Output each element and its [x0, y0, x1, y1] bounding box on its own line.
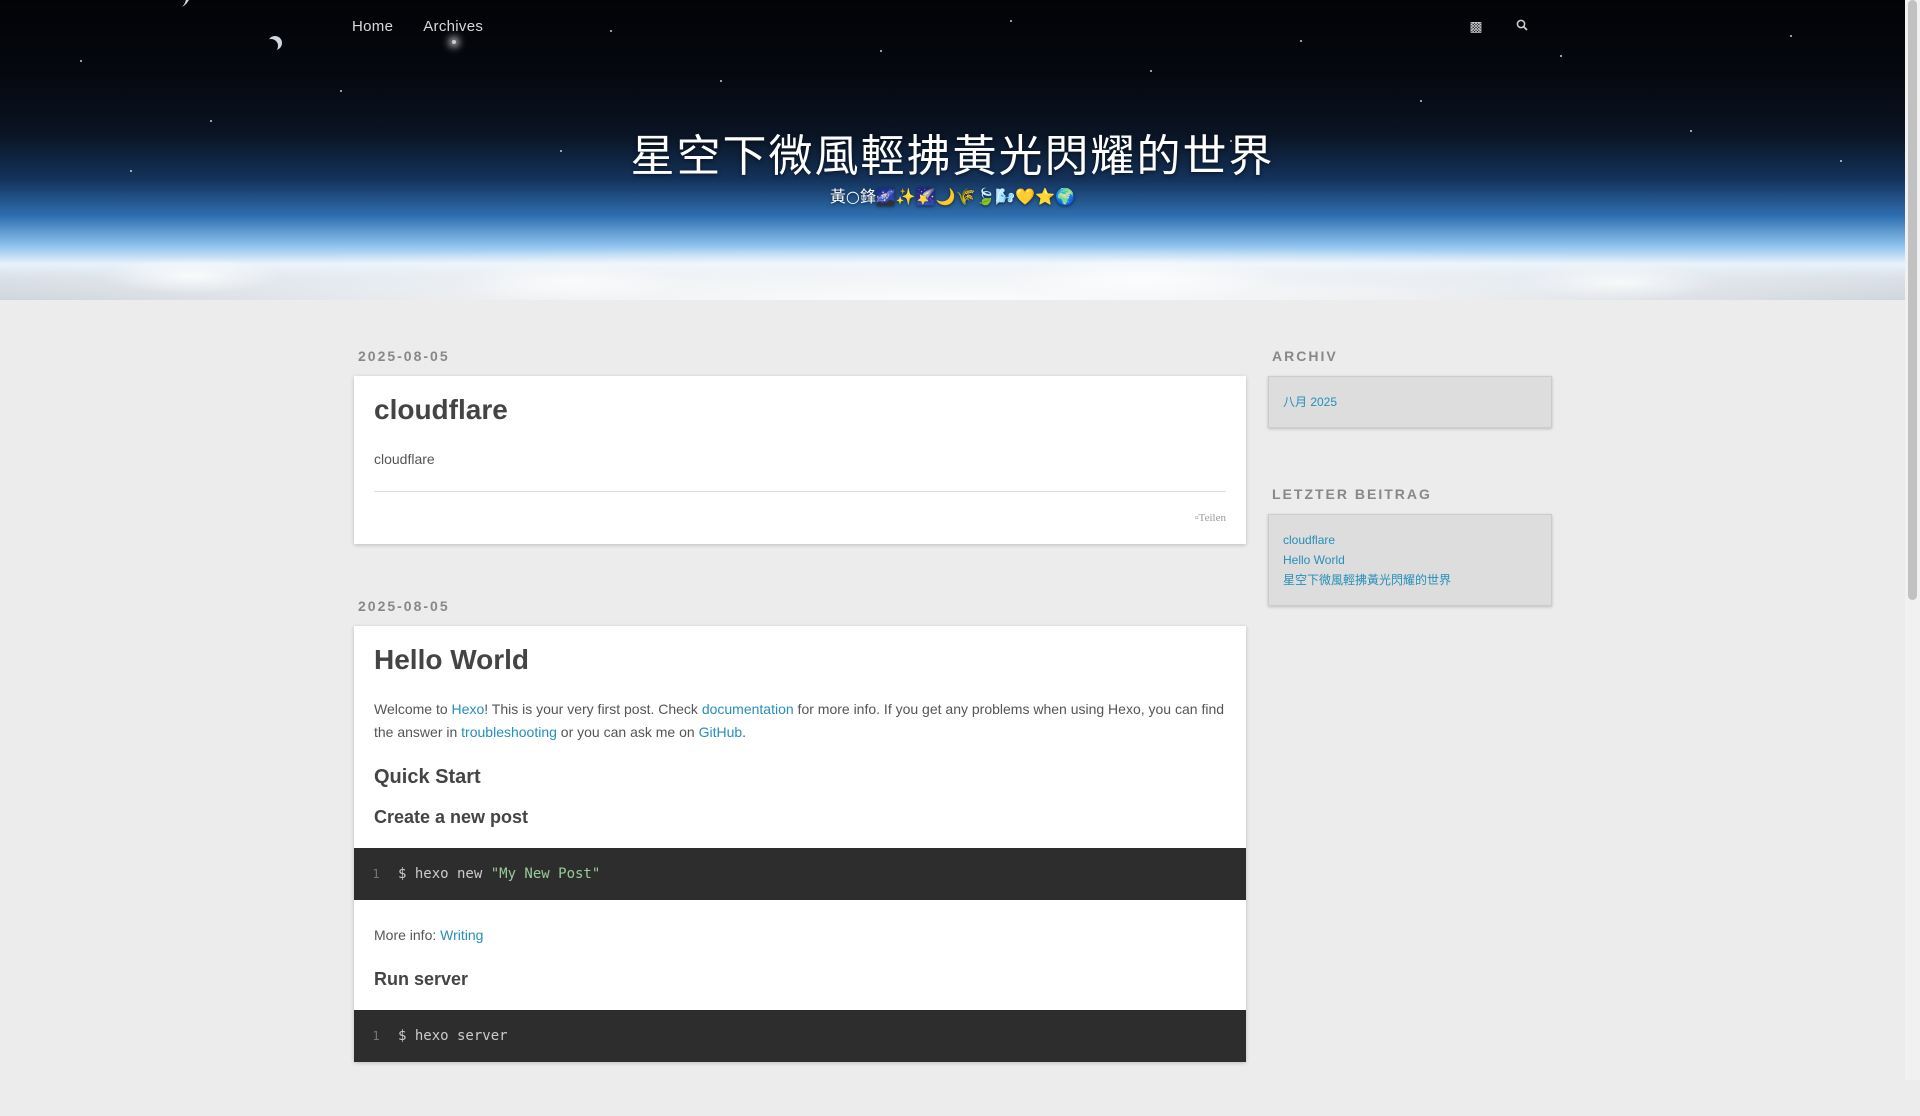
hexo-link[interactable]: Hexo — [452, 701, 485, 717]
documentation-link[interactable]: documentation — [702, 701, 794, 717]
search-icon[interactable] — [1514, 18, 1530, 35]
post-title[interactable]: cloudflare — [374, 394, 1226, 426]
intro-text: or you can ask me on — [556, 724, 699, 740]
heading-quick-start: Quick Start — [374, 766, 481, 788]
main-content: 2025-08-05 cloudflare cloudflare ▫Teilen… — [354, 348, 1246, 1116]
nav-home-link[interactable]: Home — [352, 18, 393, 35]
archive-widget-title: ARCHIV — [1272, 348, 1338, 364]
recent-posts-widget: cloudflare Hello World 星空下微風輕拂黃光閃耀的世界 — [1268, 514, 1552, 606]
intro-text: Welcome to — [374, 701, 452, 717]
code-command: $ hexo new "My New Post" — [398, 866, 600, 882]
line-number: 1 — [372, 1029, 380, 1043]
recent-post-link[interactable]: 星空下微風輕拂黃光閃耀的世界 — [1283, 570, 1537, 590]
moon-decoration — [268, 36, 282, 50]
post-hello-world: 2025-08-05 Hello World Welcome to Hexo! … — [354, 598, 1246, 1062]
line-number: 1 — [372, 867, 380, 881]
post-divider — [374, 491, 1226, 492]
scrollbar[interactable] — [1905, 0, 1920, 1080]
planet-arc-decoration — [150, 0, 190, 10]
code-text: $ hexo new — [398, 866, 491, 882]
bright-star-decoration — [452, 40, 456, 44]
site-title[interactable]: 星空下微風輕拂黃光閃耀的世界 — [0, 120, 1905, 184]
more-info-label: More info: — [374, 927, 441, 943]
post-date[interactable]: 2025-08-05 — [358, 598, 1246, 614]
post-card: Hello World Welcome to Hexo! This is you… — [354, 626, 1246, 1062]
post-cloudflare: 2025-08-05 cloudflare cloudflare ▫Teilen — [354, 348, 1246, 544]
code-block: 1 $ hexo new "My New Post" — [354, 848, 1246, 900]
header-banner: Home Archives ▩ 星空下微風輕拂黃光閃耀的世界 黃○鋒🌌✨🌠🌙🌾🍃… — [0, 0, 1905, 300]
rss-icon[interactable]: ▩ — [1468, 18, 1484, 35]
post-excerpt: cloudflare — [374, 451, 435, 467]
archive-item[interactable]: 八月 2025 — [1283, 392, 1537, 412]
intro-text: . — [742, 724, 747, 740]
archive-widget: 八月 2025 — [1268, 376, 1552, 428]
heading-create-post: Create a new post — [374, 807, 529, 827]
recent-post-link[interactable]: Hello World — [1283, 550, 1537, 570]
sidebar: ARCHIV 八月 2025 LETZTER BEITRAG cloudflar… — [1268, 348, 1552, 664]
scrollbar-thumb[interactable] — [1908, 0, 1917, 600]
recent-widget-title: LETZTER BEITRAG — [1272, 486, 1432, 502]
code-block: 1 $ hexo server — [354, 1010, 1246, 1062]
recent-post-link[interactable]: cloudflare — [1283, 530, 1537, 550]
more-info: More info: Writing — [374, 924, 1226, 947]
cloud-layer-decoration — [0, 240, 1905, 300]
post-date[interactable]: 2025-08-05 — [358, 348, 1246, 364]
writing-link[interactable]: Writing — [440, 927, 483, 943]
code-string: "My New Post" — [490, 866, 601, 882]
post-intro: Welcome to Hexo! This is your very first… — [374, 698, 1226, 744]
share-label: Teilen — [1198, 512, 1226, 524]
github-link[interactable]: GitHub — [699, 724, 743, 740]
troubleshooting-link[interactable]: troubleshooting — [461, 724, 557, 740]
site-subtitle: 黃○鋒🌌✨🌠🌙🌾🍃🌬️💛⭐🌍 — [829, 187, 1076, 206]
main-nav: Home Archives — [352, 18, 483, 35]
heading-run-server: Run server — [374, 969, 469, 989]
nav-icons: ▩ — [1468, 18, 1530, 35]
intro-text: ! This is your very first post. Check — [484, 701, 702, 717]
nav-archives-link[interactable]: Archives — [423, 18, 483, 35]
post-title[interactable]: Hello World — [374, 644, 1226, 676]
share-button[interactable]: ▫Teilen — [374, 512, 1226, 524]
code-command: $ hexo server — [398, 1028, 508, 1044]
post-card: cloudflare cloudflare ▫Teilen — [354, 376, 1246, 544]
